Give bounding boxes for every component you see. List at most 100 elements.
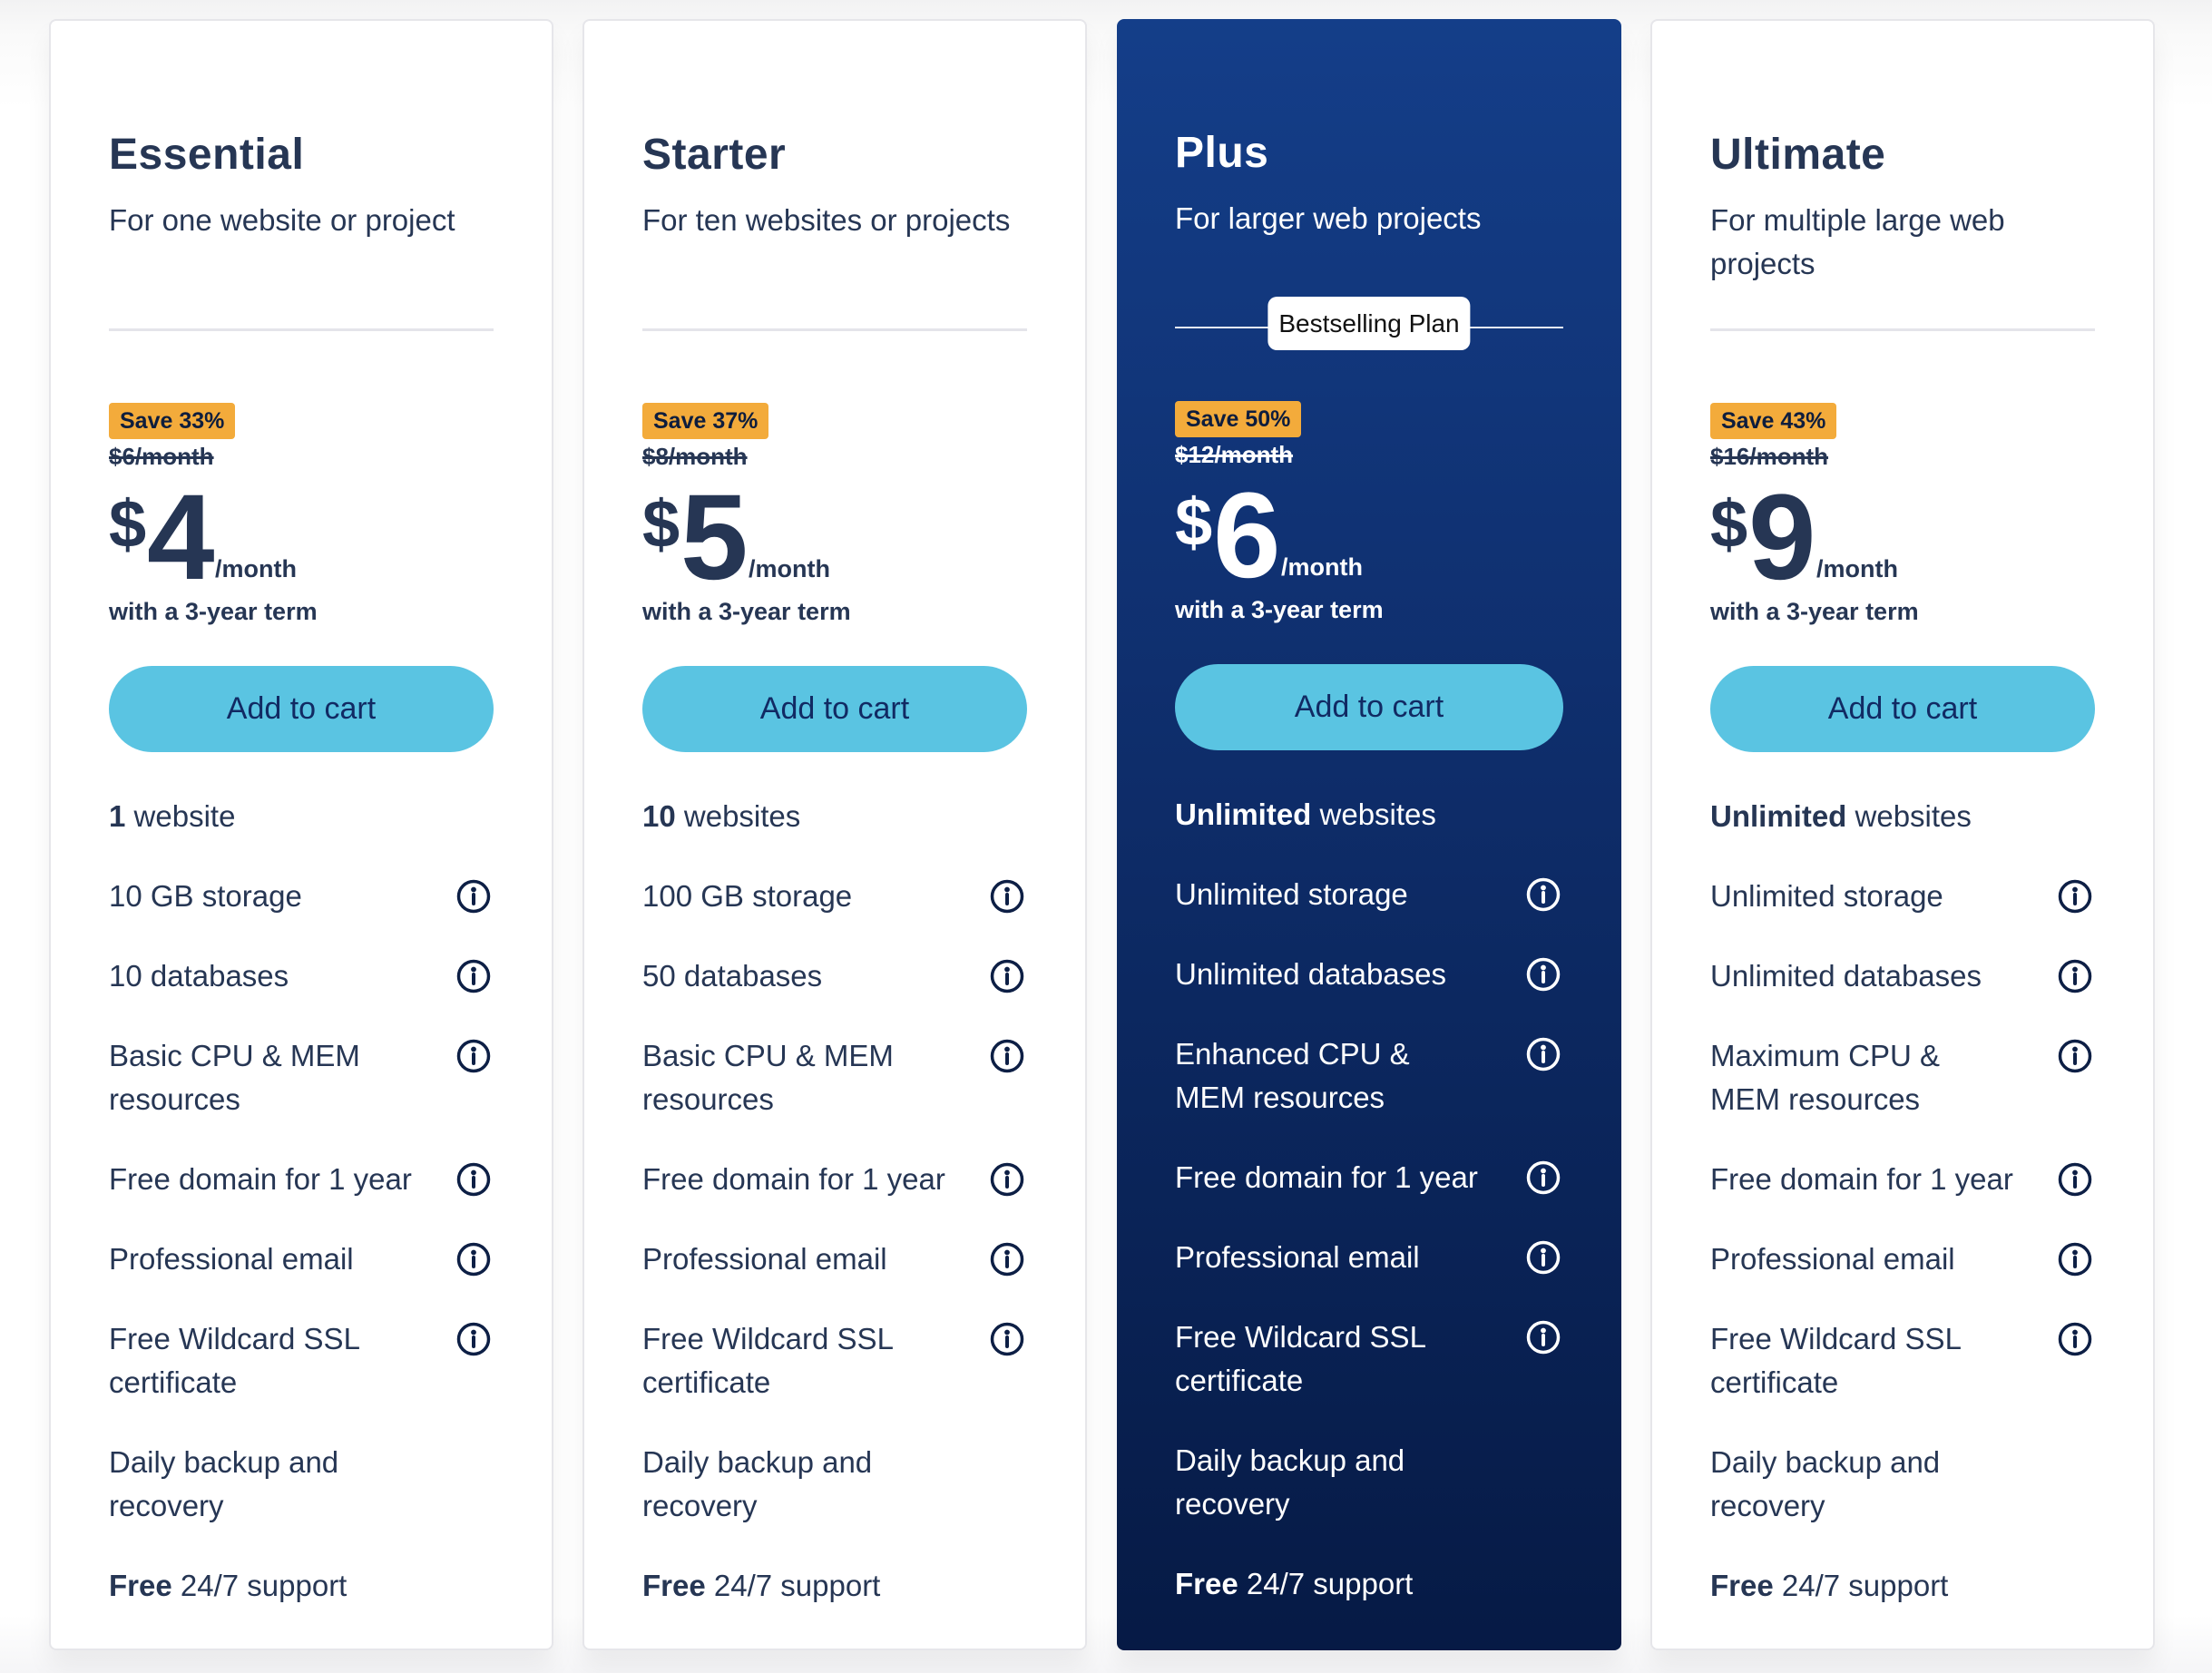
info-icon[interactable]: [2058, 1162, 2092, 1197]
current-price: $ 5 /month: [642, 476, 1027, 600]
feature-label: Maximum CPU & MEM resources: [1710, 1039, 1941, 1116]
feature-item: Free Wildcard SSL certificate: [642, 1317, 1027, 1404]
plan-header: Plus For larger web projects Bestselling…: [1175, 19, 1563, 350]
save-badge: Save 43%: [1710, 403, 1837, 439]
feature-item: Daily backup and recovery: [1710, 1441, 2095, 1528]
plan-name: Ultimate: [1710, 131, 1886, 179]
info-icon[interactable]: [990, 879, 1024, 914]
feature-label: Daily backup and recovery: [1175, 1443, 1405, 1521]
add-to-cart-button[interactable]: Add to cart: [1710, 666, 2095, 752]
feature-text: Free Wildcard SSL certificate: [109, 1322, 359, 1399]
info-icon[interactable]: [990, 1039, 1024, 1073]
feature-item: Professional email: [1175, 1236, 1563, 1279]
info-icon-glyph: [990, 1242, 1024, 1277]
feature-item: Free domain for 1 year: [1710, 1158, 2095, 1201]
divider: [642, 328, 1027, 331]
info-icon[interactable]: [990, 1242, 1024, 1277]
info-icon[interactable]: [456, 1242, 491, 1277]
info-icon[interactable]: [990, 1162, 1024, 1197]
feature-label: 50 databases: [642, 959, 823, 993]
feature-text: Free 24/7 support: [1710, 1569, 1948, 1602]
feature-text: Free Wildcard SSL certificate: [1710, 1322, 1961, 1399]
add-to-cart-button[interactable]: Add to cart: [1175, 664, 1563, 750]
info-icon[interactable]: [1526, 1037, 1561, 1071]
info-icon[interactable]: [456, 1322, 491, 1356]
info-icon[interactable]: [1526, 1240, 1561, 1275]
plan-name: Essential: [109, 131, 305, 179]
info-icon-glyph: [2058, 1242, 2092, 1277]
feature-list: Unlimited websites Unlimited storage Unl…: [1175, 793, 1563, 1642]
pricing-block: Save 50% $12/month $ 6 /month with a 3-y…: [1175, 401, 1563, 625]
info-icon-glyph: [456, 959, 491, 993]
original-price: $16/month: [1710, 443, 1829, 470]
feature-label: Daily backup and recovery: [109, 1445, 339, 1522]
feature-label: Professional email: [1710, 1242, 1955, 1276]
feature-highlight: 1: [109, 799, 126, 833]
feature-label: 10 GB storage: [109, 879, 302, 913]
info-icon-glyph: [1526, 1240, 1561, 1275]
price-period: /month: [1816, 555, 1898, 582]
feature-item: 10 databases: [109, 954, 494, 998]
info-icon-glyph: [2058, 1162, 2092, 1197]
feature-text: Free Wildcard SSL certificate: [1175, 1320, 1425, 1397]
feature-item: 10 GB storage: [109, 875, 494, 918]
feature-text: 1 website: [109, 799, 235, 833]
feature-label: Daily backup and recovery: [642, 1445, 873, 1522]
info-icon[interactable]: [2058, 1242, 2092, 1277]
feature-label: Free domain for 1 year: [1175, 1160, 1478, 1194]
feature-label: Professional email: [109, 1242, 354, 1276]
original-price: $12/month: [1175, 441, 1294, 468]
save-badge: Save 50%: [1175, 401, 1302, 437]
info-icon[interactable]: [456, 1039, 491, 1073]
feature-text: Free 24/7 support: [109, 1569, 347, 1602]
info-icon[interactable]: [2058, 879, 2092, 914]
feature-text: Unlimited websites: [1175, 797, 1436, 831]
feature-label: Professional email: [1175, 1240, 1420, 1274]
feature-text: Basic CPU & MEM resources: [642, 1039, 894, 1116]
info-icon[interactable]: [456, 1162, 491, 1197]
info-icon-glyph: [990, 1039, 1024, 1073]
feature-item: Unlimited storage: [1710, 875, 2095, 918]
feature-text: Professional email: [1175, 1240, 1420, 1274]
info-icon[interactable]: [2058, 1039, 2092, 1073]
info-icon[interactable]: [990, 959, 1024, 993]
info-icon[interactable]: [1526, 877, 1561, 912]
info-icon[interactable]: [1526, 957, 1561, 992]
price-amount: 5: [680, 470, 749, 605]
feature-item: Free Wildcard SSL certificate: [1175, 1316, 1563, 1403]
plan-name: Starter: [642, 131, 787, 179]
info-icon[interactable]: [2058, 959, 2092, 993]
feature-label: websites: [675, 799, 801, 833]
add-to-cart-button[interactable]: Add to cart: [642, 666, 1027, 752]
feature-highlight: Unlimited: [1175, 797, 1312, 831]
currency-symbol: $: [1710, 486, 1748, 562]
feature-item: Daily backup and recovery: [1175, 1439, 1563, 1526]
pricing-block: Save 43% $16/month $ 9 /month with a 3-y…: [1710, 403, 2095, 627]
current-price: $ 6 /month: [1175, 475, 1563, 598]
info-icon[interactable]: [1526, 1320, 1561, 1355]
info-icon-glyph: [1526, 1037, 1561, 1071]
info-icon[interactable]: [2058, 1322, 2092, 1356]
divider: [109, 328, 494, 331]
feature-label: 24/7 support: [171, 1569, 347, 1602]
info-icon-glyph: [2058, 1322, 2092, 1356]
feature-text: Unlimited storage: [1710, 879, 1943, 913]
feature-item: Free domain for 1 year: [642, 1158, 1027, 1201]
add-to-cart-button[interactable]: Add to cart: [109, 666, 494, 752]
feature-highlight: Unlimited: [1710, 799, 1847, 833]
feature-item: Daily backup and recovery: [642, 1441, 1027, 1528]
plan-header: Essential For one website or project: [109, 21, 494, 331]
plan-description: For larger web projects: [1175, 201, 1482, 235]
info-icon[interactable]: [456, 959, 491, 993]
feature-item: Unlimited databases: [1710, 954, 2095, 998]
feature-text: Daily backup and recovery: [1710, 1445, 1940, 1522]
info-icon[interactable]: [1526, 1160, 1561, 1195]
feature-item: Professional email: [642, 1238, 1027, 1281]
info-icon[interactable]: [456, 879, 491, 914]
feature-text: Professional email: [109, 1242, 354, 1276]
feature-text: Free domain for 1 year: [1710, 1162, 2013, 1196]
feature-item: Unlimited websites: [1175, 793, 1563, 836]
feature-item: Basic CPU & MEM resources: [109, 1034, 494, 1121]
info-icon[interactable]: [990, 1322, 1024, 1356]
plan-header: Ultimate For multiple large web projects: [1710, 21, 2095, 331]
